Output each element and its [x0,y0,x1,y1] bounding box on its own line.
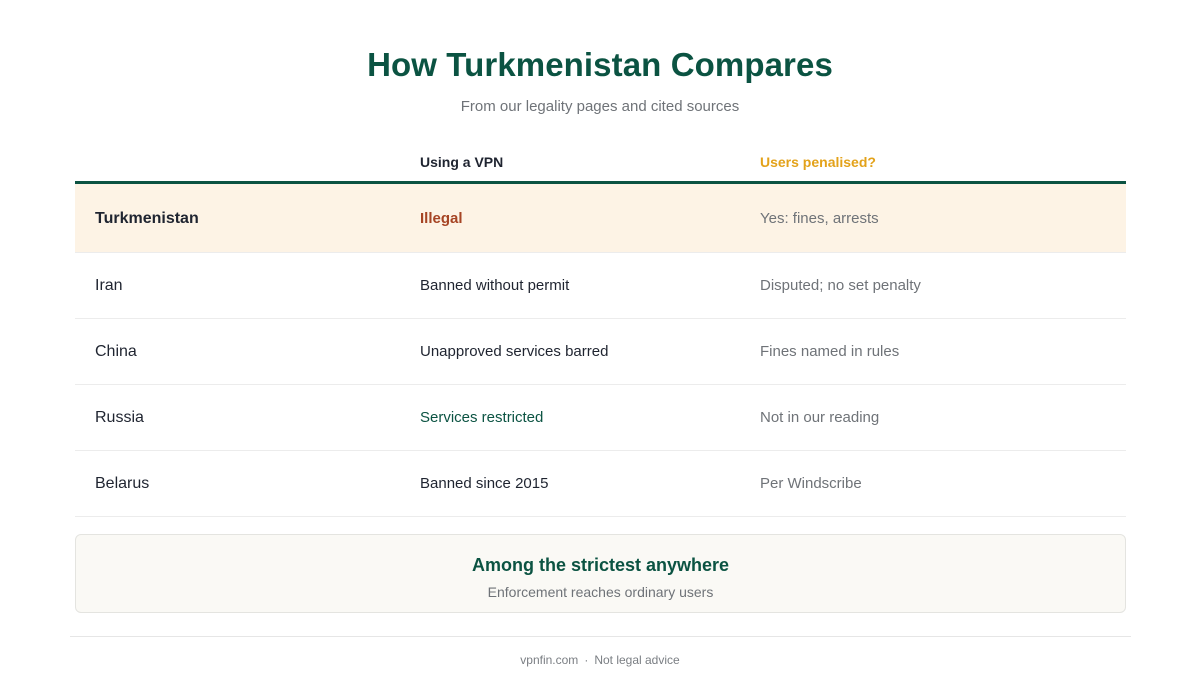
comparison-page: How Turkmenistan Compares From our legal… [0,0,1200,680]
country-cell: Belarus [95,475,150,492]
penalty-cell: Fines named in rules [760,343,900,360]
penalty-cell: Yes: fines, arrests [760,210,879,227]
summary-callout: Among the strictest anywhere Enforcement… [75,534,1126,613]
table-row-turkmenistan: Turkmenistan Illegal Yes: fines, arrests [75,184,1126,253]
penalty-cell: Disputed; no set penalty [760,277,921,294]
country-cell: China [95,343,137,360]
table-row-china: China Unapproved services barred Fines n… [75,319,1126,385]
vpn-status-cell: Banned without permit [420,277,570,294]
table-header: Using a VPN Users penalised? [75,146,1126,184]
footer-divider [70,636,1131,637]
penalty-cell: Not in our reading [760,409,880,426]
vpn-status-cell: Unapproved services barred [420,343,609,360]
footer-disclaimer: Not legal advice [594,653,680,667]
vpn-status-cell: Services restricted [420,409,544,426]
table-row-russia: Russia Services restricted Not in our re… [75,385,1126,451]
table-row-iran: Iran Banned without permit Disputed; no … [75,253,1126,319]
penalty-cell: Per Windscribe [760,475,862,492]
callout-title: Among the strictest anywhere [471,555,730,575]
footer-site-link[interactable]: vpnfin.com [520,653,578,667]
footer-separator: · [584,653,589,667]
country-cell: Russia [95,409,144,426]
page-title: How Turkmenistan Compares [367,46,833,83]
table-row-belarus: Belarus Banned since 2015 Per Windscribe [75,451,1126,517]
country-cell: Iran [95,277,123,294]
column-header-penalised: Users penalised? [760,154,876,170]
vpn-status-cell: Banned since 2015 [420,475,549,492]
footer: vpnfin.com · Not legal advice [0,653,1200,667]
column-header-vpn: Using a VPN [420,154,504,170]
vpn-status-cell: Illegal [420,210,463,227]
country-cell: Turkmenistan [95,210,199,227]
callout-subtitle: Enforcement reaches ordinary users [487,584,714,600]
comparison-table: Using a VPN Users penalised? Turkmenista… [75,146,1126,517]
page-subtitle: From our legality pages and cited source… [460,98,740,115]
